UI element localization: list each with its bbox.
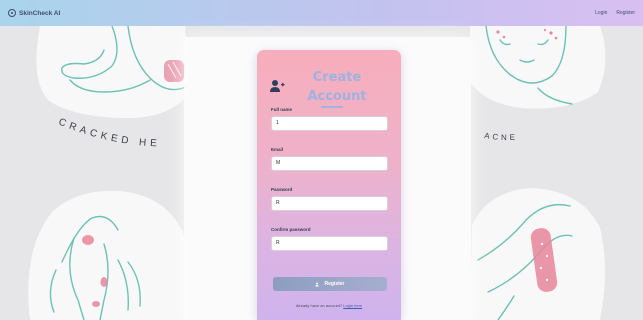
email-label: Email bbox=[271, 147, 284, 152]
page-title: Create Account bbox=[305, 68, 369, 106]
register-button[interactable]: Register bbox=[273, 277, 387, 291]
title-line-1: Create bbox=[312, 70, 362, 85]
target-icon bbox=[8, 9, 16, 17]
user-add-icon bbox=[315, 282, 320, 286]
confirm-password-input[interactable]: R bbox=[271, 236, 388, 251]
login-prompt-text: Already have an account? bbox=[295, 303, 343, 308]
register-button-label: Register bbox=[324, 281, 345, 287]
login-prompt: Already have an account? Login here bbox=[257, 303, 401, 308]
full-name-label: Full name bbox=[271, 107, 293, 112]
bottom-left-blob bbox=[28, 190, 188, 320]
card-header: Create Account bbox=[257, 64, 401, 108]
right-caption: ACNE bbox=[484, 131, 519, 142]
left-caption: CRACKED HE bbox=[57, 117, 161, 150]
brand-name: SkinCheck AI bbox=[19, 9, 61, 17]
brand[interactable]: SkinCheck AI bbox=[8, 9, 60, 17]
password-input[interactable]: R bbox=[271, 196, 388, 211]
full-name-input[interactable]: 1 bbox=[271, 116, 388, 131]
top-right-blob bbox=[470, 26, 606, 109]
nav-register-link[interactable]: Register bbox=[616, 10, 635, 16]
title-line-2: Account bbox=[307, 89, 367, 104]
nav-login-link[interactable]: Login bbox=[595, 10, 607, 16]
title-underline bbox=[321, 106, 343, 108]
password-label: Password bbox=[271, 187, 293, 192]
email-input[interactable]: M bbox=[271, 156, 388, 171]
register-card: Create Account Full name 1 Email M Passw… bbox=[257, 50, 401, 320]
login-link[interactable]: Login here bbox=[343, 303, 362, 308]
nav-links: Login Register bbox=[595, 10, 635, 16]
confirm-password-label: Confirm password bbox=[271, 227, 311, 232]
user-plus-icon bbox=[270, 80, 285, 92]
top-navbar: SkinCheck AI Login Register bbox=[0, 0, 643, 26]
